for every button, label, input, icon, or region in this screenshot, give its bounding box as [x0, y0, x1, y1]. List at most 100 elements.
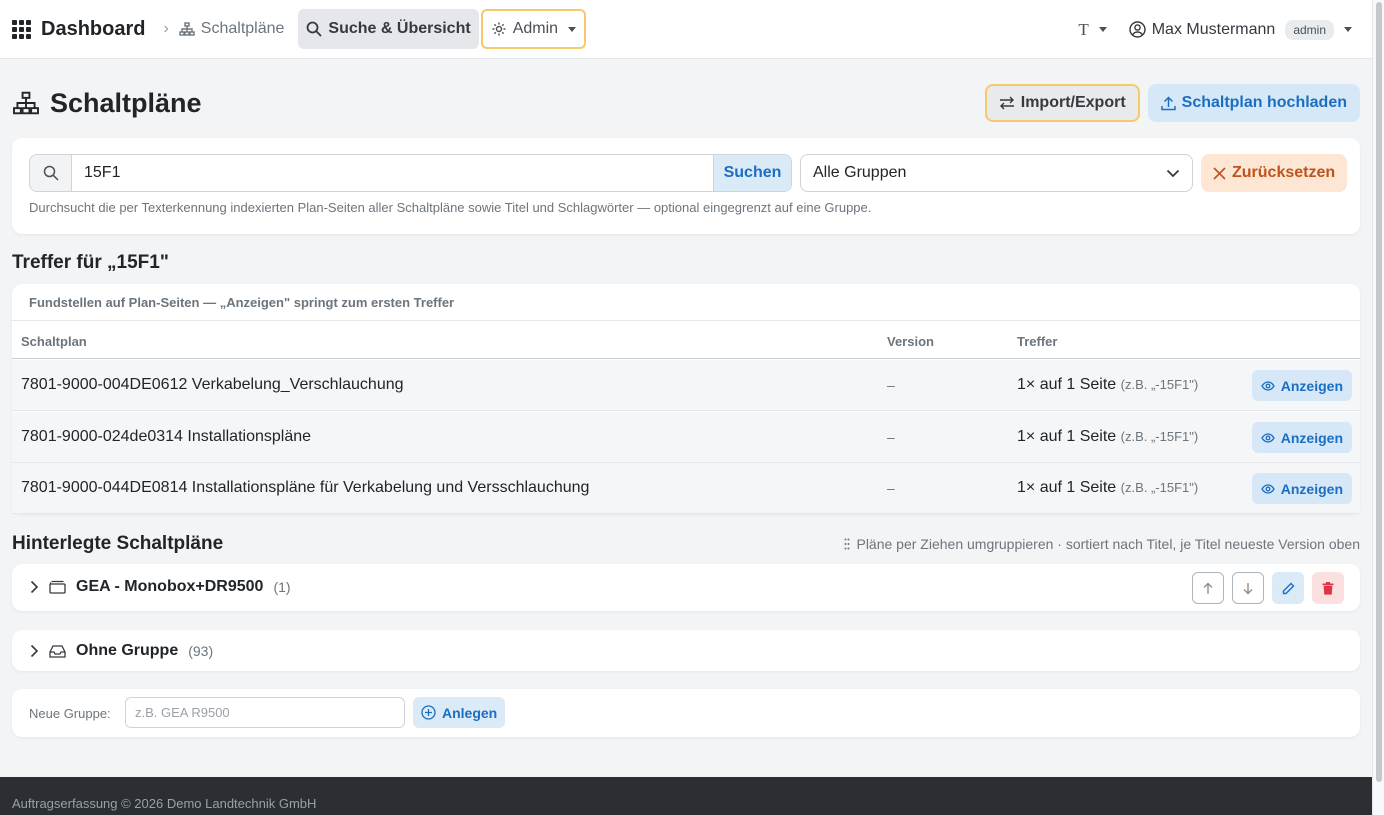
search-card: Suchen Alle Gruppen Zurücksetzen Durchsu… [12, 138, 1360, 234]
chevron-right-icon [30, 580, 39, 594]
hit-summary: 1× auf 1 Seite (z.B. „-15F1") [1017, 376, 1198, 394]
search-form: Suchen Alle Gruppen Zurücksetzen [29, 154, 1348, 192]
group-header[interactable]: Ohne Gruppe (93) [30, 642, 213, 660]
text-toggle-label: T [1078, 19, 1089, 39]
results-heading: Treffer für „15F1" [12, 252, 169, 273]
search-input-group: Suchen [29, 154, 792, 192]
group-filter-value: Alle Gruppen [813, 164, 907, 181]
breadcrumb-label: Schaltpläne [200, 20, 285, 37]
new-group-card: Neue Gruppe: Anlegen [12, 689, 1360, 737]
hit-example: (z.B. „-15F1") [1120, 377, 1199, 392]
page-scrollbar[interactable] [1372, 0, 1384, 815]
stored-plans-heading: Hinterlegte Schaltpläne [12, 533, 224, 554]
hit-count: 1× auf 1 Seite [1017, 428, 1117, 445]
delete-group-button[interactable] [1312, 572, 1344, 604]
show-label: Anzeigen [1280, 377, 1343, 394]
search-submit-button[interactable]: Suchen [713, 155, 791, 191]
eye-icon [1261, 483, 1275, 494]
nav-search-overview[interactable]: Suche & Übersicht [298, 9, 479, 49]
import-export-label: Import/Export [1020, 94, 1126, 111]
breadcrumb[interactable]: › Schaltpläne [163, 20, 284, 38]
group-count: (1) [273, 579, 291, 595]
caret-down-icon [1344, 27, 1352, 32]
reset-button[interactable]: Zurücksetzen [1201, 154, 1348, 192]
pencil-icon [1282, 582, 1294, 594]
user-role-badge: admin [1285, 19, 1334, 40]
plan-version: – [887, 377, 895, 393]
hit-summary: 1× auf 1 Seite (z.B. „-15F1") [1017, 428, 1198, 446]
page-header: Schaltpläne Import/Export Schaltplan hoc… [12, 82, 1360, 124]
show-label: Anzeigen [1280, 480, 1343, 497]
import-export-button[interactable]: Import/Export [984, 84, 1140, 122]
upload-icon [1160, 95, 1176, 110]
move-down-button[interactable] [1232, 572, 1264, 604]
create-group-button[interactable]: Anlegen [413, 697, 506, 728]
new-group-input[interactable] [125, 697, 405, 728]
page-title-text: Schaltpläne [50, 87, 202, 118]
move-up-button[interactable] [1192, 572, 1224, 604]
eye-icon [1261, 380, 1275, 391]
search-help-text: Durchsucht die per Texterkennung indexie… [29, 200, 872, 215]
hit-example: (z.B. „-15F1") [1120, 480, 1199, 495]
admin-menu-toggle[interactable]: Admin [480, 9, 587, 49]
show-button[interactable]: Anzeigen [1251, 370, 1352, 401]
top-navbar: Dashboard › Schaltpläne Suche & Übersich… [0, 0, 1372, 59]
group-name: GEA - Monobox+DR9500 [76, 578, 264, 595]
header-actions: Import/Export Schaltplan hochladen [984, 84, 1360, 122]
text-size-toggle[interactable]: T [1078, 19, 1107, 40]
create-group-label: Anlegen [442, 704, 498, 721]
plan-title: 7801-9000-004DE0612 Verkabelung_Verschla… [21, 376, 404, 393]
plan-title: 7801-9000-024de0314 Installationspläne [21, 428, 312, 445]
trash-icon [1322, 581, 1334, 595]
reset-label: Zurücksetzen [1232, 164, 1336, 181]
page-footer: Auftragserfassung © 2026 Demo Landtechni… [0, 777, 1372, 815]
group-filter-select[interactable]: Alle Gruppen [800, 154, 1193, 192]
admin-menu-label: Admin [512, 20, 559, 37]
group-header[interactable]: GEA - Monobox+DR9500 (1) [30, 578, 291, 596]
gear-icon [492, 22, 506, 36]
page-title: Schaltpläne [12, 88, 202, 119]
scrollbar-thumb[interactable] [1376, 2, 1382, 782]
hit-summary: 1× auf 1 Seite (z.B. „-15F1") [1017, 479, 1198, 497]
chevron-right-icon [30, 644, 39, 658]
show-button[interactable]: Anzeigen [1251, 422, 1352, 453]
upload-schaltplan-button[interactable]: Schaltplan hochladen [1147, 84, 1360, 122]
hit-count: 1× auf 1 Seite [1017, 376, 1117, 393]
table-row: 7801-9000-024de0314 Installationspläne –… [12, 412, 1360, 463]
group-card-ohne-gruppe[interactable]: Ohne Gruppe (93) [12, 630, 1360, 671]
group-name: Ohne Gruppe [76, 642, 179, 659]
group-card-gea[interactable]: GEA - Monobox+DR9500 (1) [12, 564, 1360, 611]
show-button[interactable]: Anzeigen [1251, 473, 1352, 504]
footer-text: Auftragserfassung © 2026 Demo Landtechni… [12, 796, 317, 811]
upload-label: Schaltplan hochladen [1181, 94, 1347, 111]
edit-group-button[interactable] [1272, 572, 1304, 604]
eye-icon [1261, 432, 1275, 443]
sort-hint: Pläne per Ziehen umgruppieren · sortiert… [844, 536, 1360, 552]
search-icon [43, 165, 59, 181]
arrows-swap-icon [999, 96, 1014, 110]
inbox-icon [49, 644, 66, 658]
column-header-version: Version [887, 334, 934, 349]
table-row: 7801-9000-044DE0814 Installationspläne f… [12, 463, 1360, 514]
caret-down-icon [1098, 27, 1107, 32]
search-addon [30, 155, 72, 191]
user-circle-icon [1129, 21, 1146, 38]
caret-down-icon [568, 26, 577, 32]
group-actions [1192, 572, 1344, 604]
show-label: Anzeigen [1280, 429, 1343, 446]
new-group-label: Neue Gruppe: [29, 706, 111, 721]
drag-handle-icon [844, 538, 850, 550]
search-input[interactable] [72, 155, 713, 191]
group-count: (93) [188, 643, 214, 659]
arrow-down-icon [1243, 582, 1253, 594]
plan-title: 7801-9000-044DE0814 Installationspläne f… [21, 479, 590, 496]
user-menu-toggle[interactable]: Max Mustermann admin [1129, 19, 1352, 40]
plan-version: – [887, 480, 895, 496]
dashboard-link[interactable]: Dashboard [12, 18, 145, 41]
arrow-up-icon [1203, 582, 1213, 594]
plus-circle-icon [421, 705, 436, 720]
column-header-treffer: Treffer [1017, 334, 1058, 349]
close-icon [1213, 166, 1226, 180]
sort-hint-text: Pläne per Ziehen umgruppieren · sortiert… [856, 536, 1360, 552]
chevron-right-icon: › [163, 20, 169, 37]
